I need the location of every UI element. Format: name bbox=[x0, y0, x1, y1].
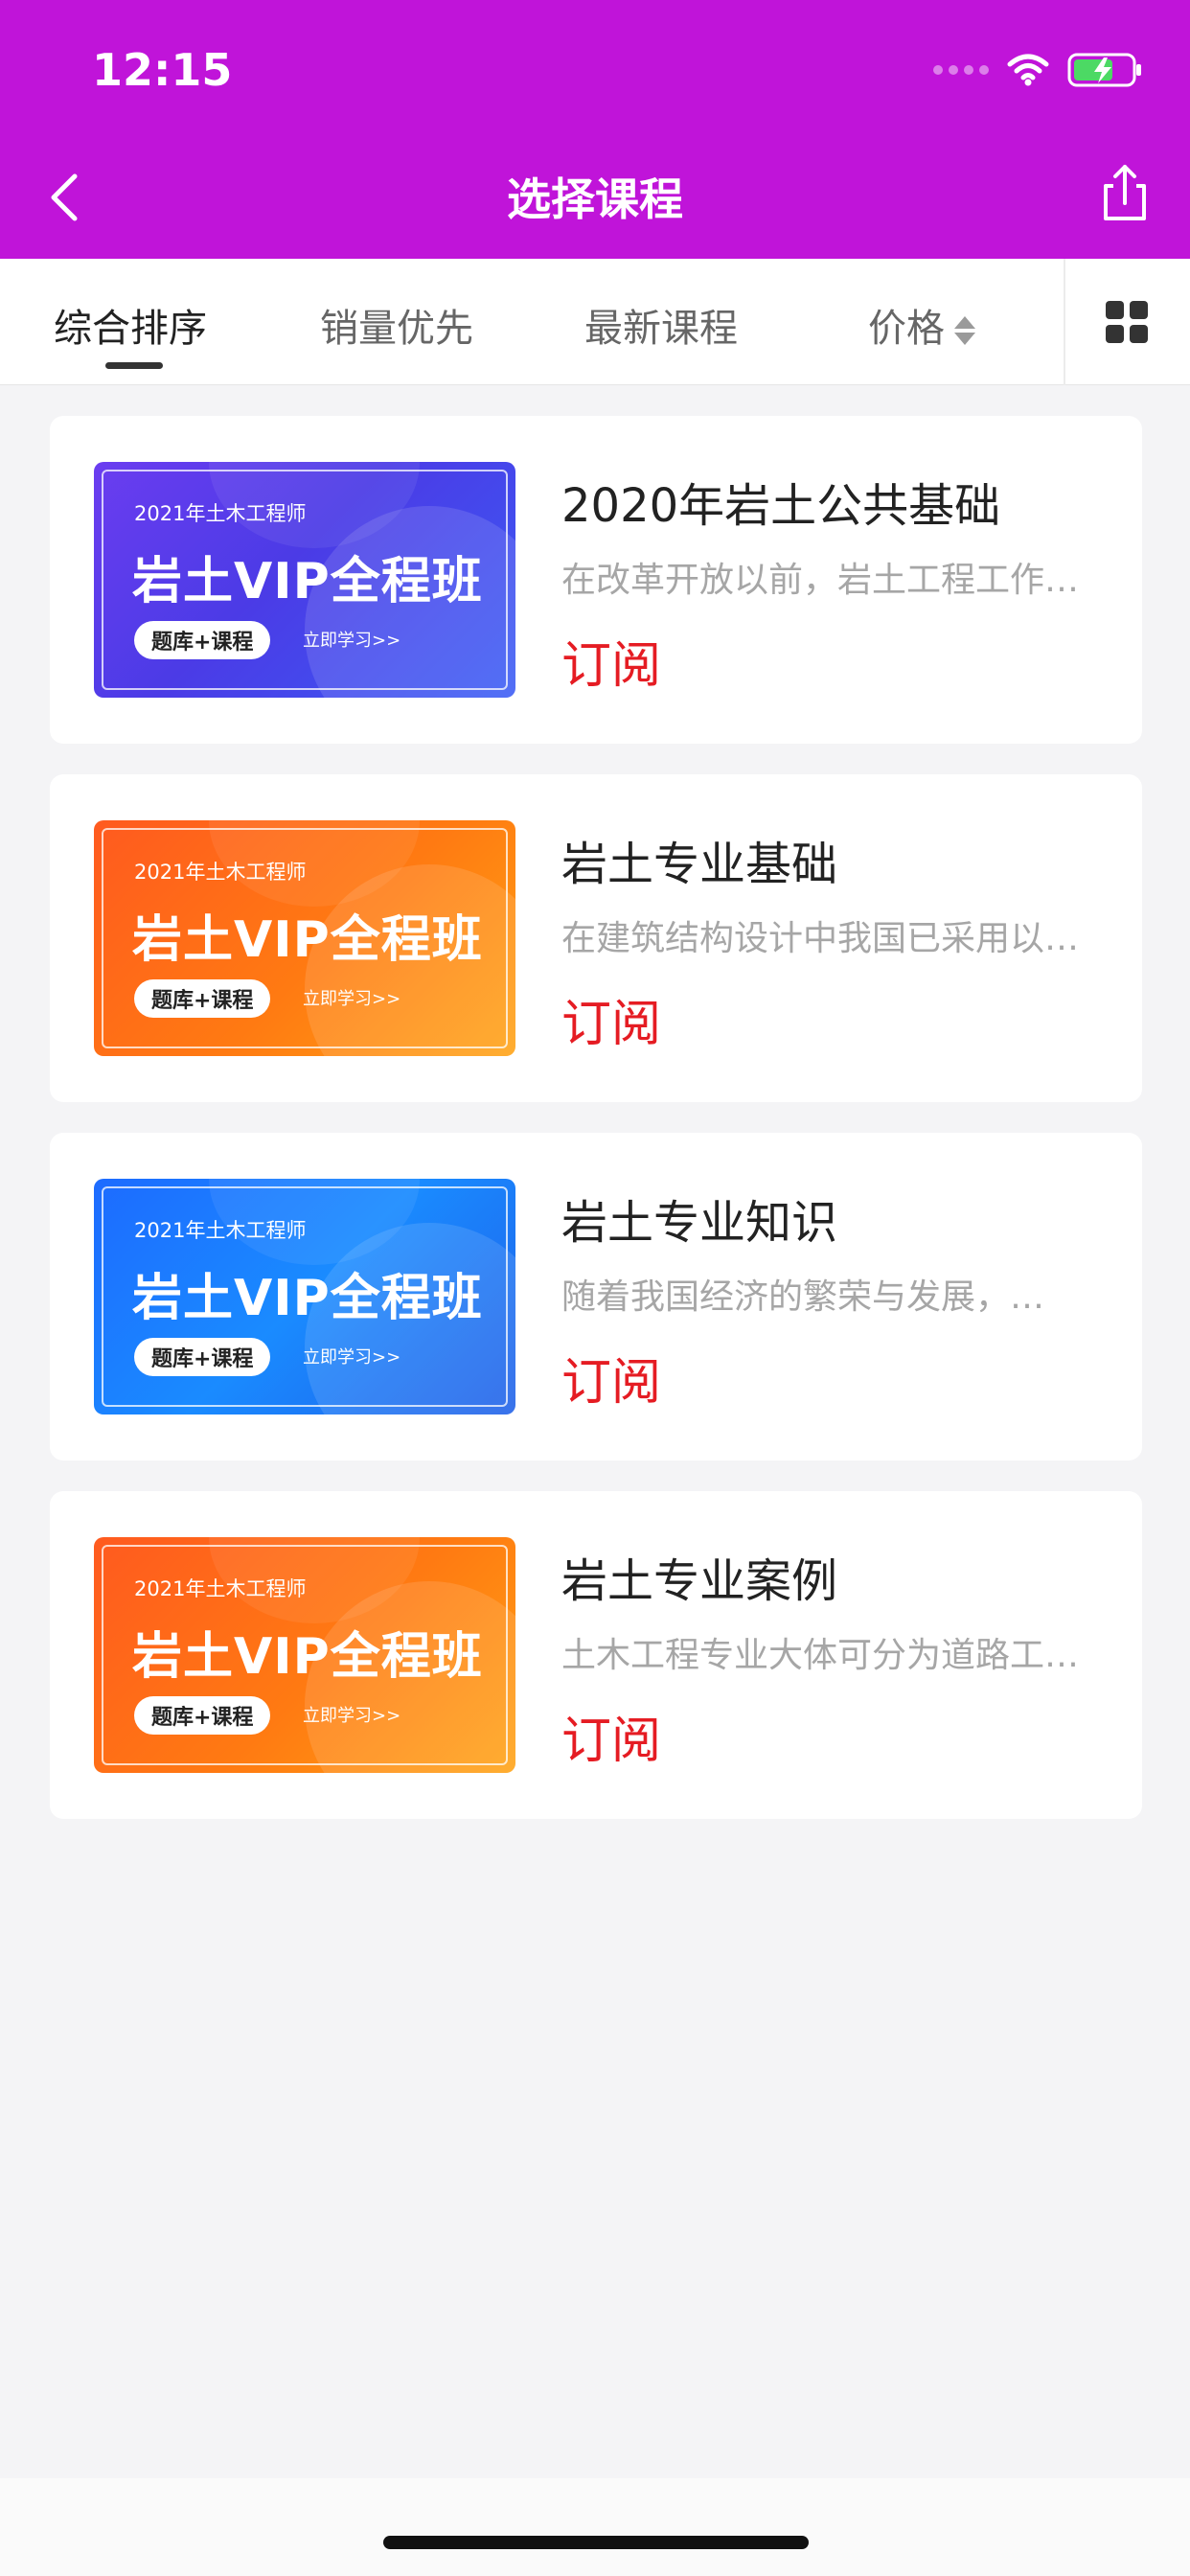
course-title: 岩土专业基础 bbox=[561, 838, 838, 891]
thumbnail-link: 立即学习>> bbox=[303, 1347, 401, 1368]
page-title: 选择课程 bbox=[507, 173, 683, 225]
tab-price-label: 价格 bbox=[868, 307, 945, 351]
thumbnail-year: 2021年土木工程师 bbox=[134, 1219, 307, 1242]
course-description: 随着我国经济的繁荣与发展，… bbox=[561, 1277, 1045, 1317]
thumbnail-link: 立即学习>> bbox=[303, 631, 401, 651]
thumbnail-link: 立即学习>> bbox=[303, 1706, 401, 1726]
subscribe-button[interactable]: 订阅 bbox=[561, 1342, 661, 1414]
thumbnail-title: 岩土VIP全程班 bbox=[132, 553, 483, 610]
grid-view-icon[interactable] bbox=[1106, 301, 1148, 343]
course-card[interactable]: 2021年土木工程师 岩土VIP全程班 题库+课程 立即学习>> 岩土专业案例 … bbox=[50, 1491, 1142, 1819]
thumbnail-year: 2021年土木工程师 bbox=[134, 861, 307, 884]
course-thumbnail: 2021年土木工程师 岩土VIP全程班 题库+课程 立即学习>> bbox=[94, 1179, 515, 1414]
course-thumbnail: 2021年土木工程师 岩土VIP全程班 题库+课程 立即学习>> bbox=[94, 1537, 515, 1773]
course-title: 2020年岩土公共基础 bbox=[561, 479, 1001, 533]
course-title: 岩土专业案例 bbox=[561, 1554, 838, 1608]
status-icons bbox=[933, 48, 1144, 92]
subscribe-button[interactable]: 订阅 bbox=[561, 625, 661, 697]
thumbnail-pill: 题库+课程 bbox=[134, 1338, 271, 1376]
active-tab-indicator bbox=[105, 362, 163, 369]
home-indicator[interactable] bbox=[383, 2536, 809, 2549]
course-description: 在改革开放以前，岩土工程工作… bbox=[561, 561, 1080, 600]
course-thumbnail: 2021年土木工程师 岩土VIP全程班 题库+课程 立即学习>> bbox=[94, 820, 515, 1056]
subscribe-button[interactable]: 订阅 bbox=[561, 983, 661, 1055]
status-time: 12:15 bbox=[92, 44, 233, 96]
thumbnail-link: 立即学习>> bbox=[303, 989, 401, 1009]
thumbnail-title: 岩土VIP全程班 bbox=[132, 1628, 483, 1686]
course-title: 岩土专业知识 bbox=[561, 1196, 838, 1250]
course-card[interactable]: 2021年土木工程师 岩土VIP全程班 题库+课程 立即学习>> 岩土专业知识 … bbox=[50, 1133, 1142, 1460]
thumbnail-pill: 题库+课程 bbox=[134, 1696, 271, 1735]
course-thumbnail: 2021年土木工程师 岩土VIP全程班 题库+课程 立即学习>> bbox=[94, 462, 515, 698]
course-card[interactable]: 2021年土木工程师 岩土VIP全程班 题库+课程 立即学习>> 岩土专业基础 … bbox=[50, 774, 1142, 1102]
course-description: 土木工程专业大体可分为道路工… bbox=[561, 1636, 1080, 1675]
thumbnail-year: 2021年土木工程师 bbox=[134, 1577, 307, 1600]
tab-sales[interactable]: 销量优先 bbox=[320, 297, 473, 353]
app-header: 12:15 选择课程 bbox=[0, 0, 1190, 259]
battery-icon bbox=[1067, 53, 1141, 87]
tab-price[interactable]: 价格 bbox=[868, 297, 975, 353]
share-button[interactable] bbox=[1098, 161, 1152, 226]
thumbnail-year: 2021年土木工程师 bbox=[134, 502, 307, 525]
subscribe-button[interactable]: 订阅 bbox=[561, 1700, 661, 1772]
thumbnail-pill: 题库+课程 bbox=[134, 621, 271, 659]
sort-arrows-icon bbox=[954, 314, 975, 347]
signal-icon bbox=[933, 65, 989, 75]
tab-comprehensive[interactable]: 综合排序 bbox=[54, 297, 207, 353]
sort-tabs: 综合排序 销量优先 最新课程 价格 bbox=[0, 259, 1190, 385]
course-description: 在建筑结构设计中我国已采用以… bbox=[561, 919, 1080, 958]
thumbnail-pill: 题库+课程 bbox=[134, 979, 271, 1018]
home-indicator-area bbox=[0, 2478, 1190, 2576]
wifi-icon bbox=[1007, 54, 1049, 86]
thumbnail-title: 岩土VIP全程班 bbox=[132, 911, 483, 969]
course-list: 2021年土木工程师 岩土VIP全程班 题库+课程 立即学习>> 2020年岩土… bbox=[50, 416, 1142, 1850]
tab-newest[interactable]: 最新课程 bbox=[584, 297, 738, 353]
tabs-divider bbox=[1064, 259, 1065, 385]
course-card[interactable]: 2021年土木工程师 岩土VIP全程班 题库+课程 立即学习>> 2020年岩土… bbox=[50, 416, 1142, 744]
thumbnail-title: 岩土VIP全程班 bbox=[132, 1270, 483, 1327]
